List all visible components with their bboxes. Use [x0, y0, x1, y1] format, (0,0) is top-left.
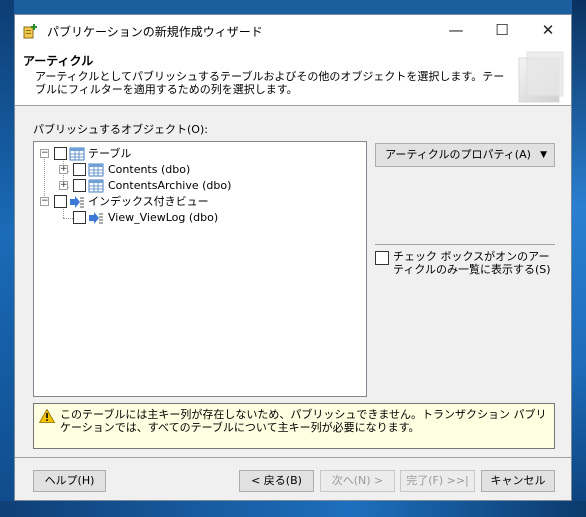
close-button[interactable]: ✕ — [525, 15, 571, 46]
objects-tree[interactable]: − テーブル + Contents (dbo) + ContentsArchiv… — [33, 141, 367, 397]
wizard-window: パブリケーションの新規作成ウィザード — ☐ ✕ アーティクル アーティクルとし… — [14, 14, 572, 501]
page-title: アーティクル — [23, 54, 94, 68]
warning-text: このテーブルには主キー列が存在しないため、パブリッシュできません。トランザクショ… — [60, 408, 547, 434]
tree-node-indexed-views[interactable]: − インデックス付きビュー — [34, 194, 264, 210]
tree-node-label: View_ViewLog (dbo) — [108, 211, 219, 224]
tree-checkbox[interactable] — [73, 179, 86, 192]
app-icon — [23, 24, 37, 39]
tree-node-contents-archive[interactable]: + ContentsArchive (dbo) — [34, 178, 264, 194]
view-icon — [70, 196, 84, 208]
warning-panel: このテーブルには主キー列が存在しないため、パブリッシュできません。トランザクショ… — [33, 403, 555, 449]
desktop-background-right — [572, 0, 586, 517]
expand-icon[interactable]: + — [59, 181, 68, 190]
tree-checkbox[interactable] — [54, 147, 67, 160]
table-icon — [88, 179, 104, 193]
desktop-background-left — [0, 0, 14, 517]
tree-node-label: テーブル — [88, 147, 132, 160]
next-button[interactable]: 次へ(N) > — [320, 470, 395, 492]
tree-checkbox[interactable] — [73, 211, 86, 224]
wizard-header: アーティクル アーティクルとしてパブリッシュするテーブルおよびその他のオブジェク… — [15, 46, 571, 106]
window-title: パブリケーションの新規作成ウィザード — [47, 25, 263, 39]
collapse-icon[interactable]: − — [40, 197, 49, 206]
back-button[interactable]: < 戻る(B) — [239, 470, 314, 492]
tree-node-label: ContentsArchive (dbo) — [108, 179, 232, 192]
tree-checkbox[interactable] — [73, 163, 86, 176]
page-description: アーティクルとしてパブリッシュするテーブルおよびその他のオブジェクトを選択します… — [35, 70, 505, 96]
objects-label: パブリッシュするオブジェクト(O): — [33, 123, 208, 136]
dropdown-arrow-icon: ▼ — [540, 150, 547, 160]
footer-separator — [15, 457, 571, 458]
article-properties-label: アーティクルのプロパティ(A) — [385, 148, 531, 161]
title-bar: パブリケーションの新規作成ウィザード — ☐ ✕ — [15, 15, 571, 46]
show-checked-only-label[interactable]: チェック ボックスがオンのアーティクルのみ一覧に表示する(S) — [393, 250, 558, 276]
cancel-button[interactable]: キャンセル — [481, 470, 555, 492]
expand-icon[interactable]: + — [59, 165, 68, 174]
desktop-background-bottom — [0, 501, 586, 517]
help-button[interactable]: ヘルプ(H) — [33, 470, 106, 492]
view-icon — [89, 212, 103, 224]
tree-node-label: Contents (dbo) — [108, 163, 191, 176]
show-checked-only-checkbox[interactable] — [375, 251, 389, 265]
tree-node-contents[interactable]: + Contents (dbo) — [34, 162, 234, 178]
tree-node-label: インデックス付きビュー — [88, 195, 209, 208]
tree-checkbox[interactable] — [54, 195, 67, 208]
minimize-button[interactable]: — — [433, 15, 479, 46]
maximize-button[interactable]: ☐ — [479, 15, 525, 46]
tree-node-view-viewlog[interactable]: View_ViewLog (dbo) — [34, 210, 264, 226]
article-properties-button[interactable]: アーティクルのプロパティ(A) ▼ — [375, 143, 555, 167]
tree-node-tables[interactable]: − テーブル — [34, 146, 234, 162]
separator — [375, 244, 555, 245]
finish-button[interactable]: 完了(F) >>| — [400, 470, 475, 492]
table-icon — [69, 147, 85, 161]
warning-icon — [39, 409, 55, 423]
header-graphic-icon — [518, 51, 564, 103]
table-icon — [88, 163, 104, 177]
collapse-icon[interactable]: − — [40, 149, 49, 158]
